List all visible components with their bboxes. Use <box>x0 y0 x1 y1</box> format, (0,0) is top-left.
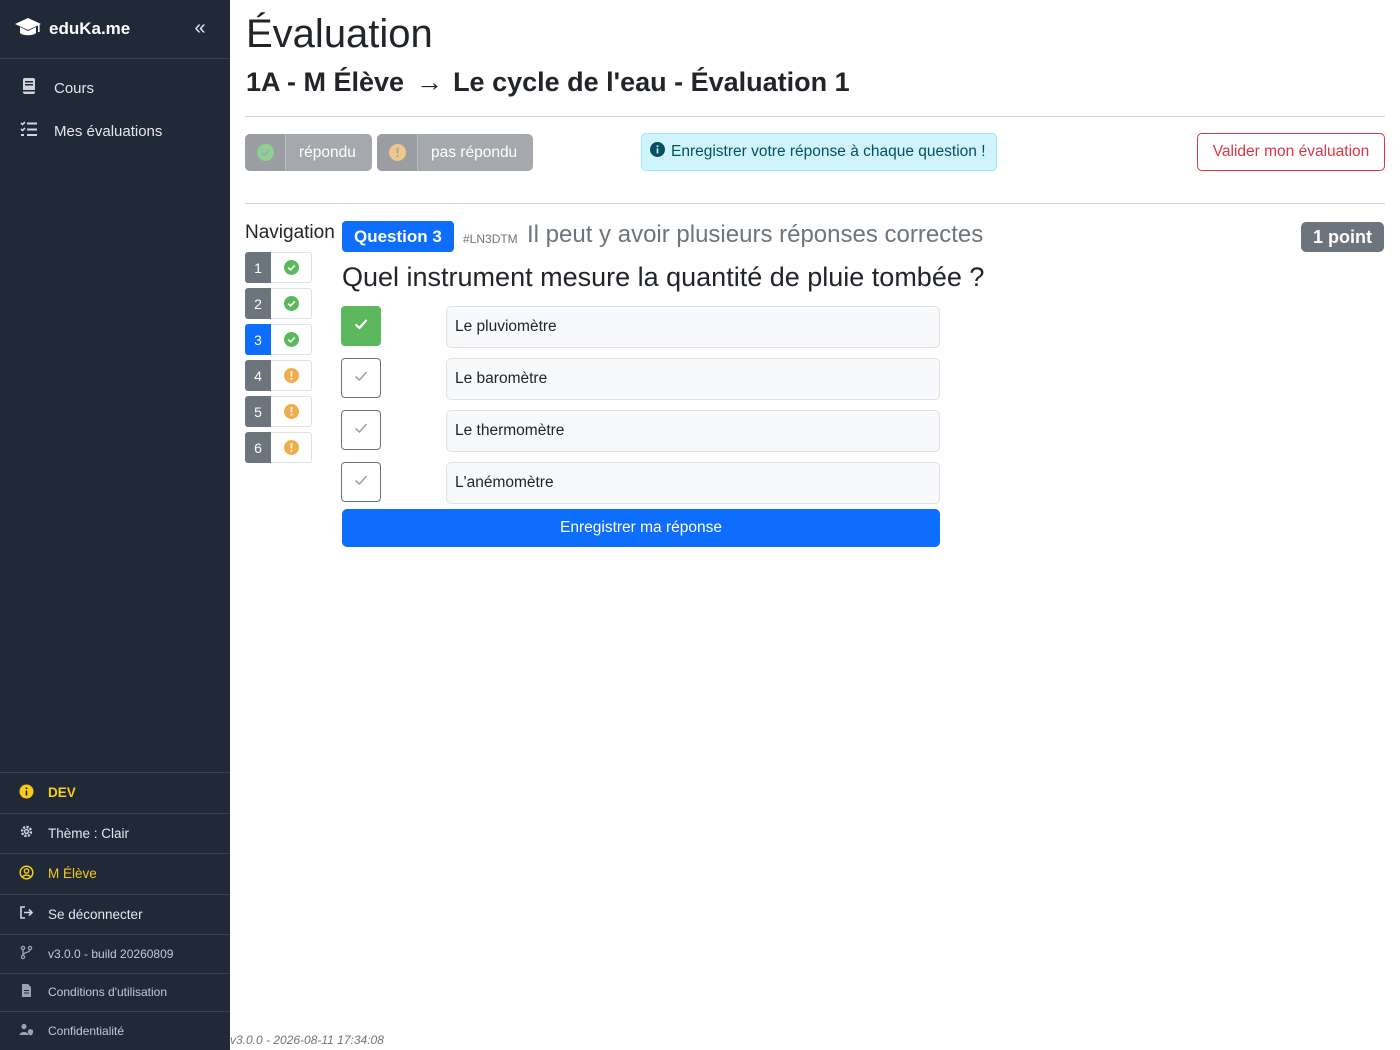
answer-option-3: Le thermomètre <box>446 410 940 452</box>
question-nav-item-1[interactable]: 1 <box>245 252 312 283</box>
answer-option-1: Le pluviomètre <box>446 306 940 348</box>
check-icon <box>353 472 369 493</box>
info-circle-icon <box>650 142 671 162</box>
info-text: Enregistrer votre réponse à chaque quest… <box>671 143 986 160</box>
evaluation-name: Le cycle de l'eau - Évaluation 1 <box>453 67 850 97</box>
check-icon <box>353 316 369 337</box>
terms-label: Conditions d'utilisation <box>48 985 168 1000</box>
validate-evaluation-button[interactable]: Valider mon évaluation <box>1197 133 1385 171</box>
graduation-cap-icon <box>14 16 42 43</box>
privacy-label: Confidentialité <box>48 1023 125 1038</box>
answer-option-2: Le baromètre <box>446 358 940 400</box>
legend-unanswered-label: pas répondu <box>431 143 518 161</box>
exclamation-circle-icon <box>271 432 312 463</box>
answer-checkbox-2[interactable] <box>341 358 381 398</box>
user-circle-icon <box>19 865 48 883</box>
document-icon <box>19 983 48 1001</box>
check-circle-icon <box>271 252 312 283</box>
check-circle-icon <box>271 324 312 355</box>
question-nav-item-2[interactable]: 2 <box>245 288 312 319</box>
question-number: 3 <box>245 324 271 355</box>
question-number: 1 <box>245 252 271 283</box>
exclamation-circle-icon <box>377 134 418 171</box>
class-student-label: 1A - M Élève <box>246 67 405 97</box>
env-label: DEV <box>48 785 76 801</box>
points-badge: 1 point <box>1301 222 1384 252</box>
sidebar-item-label: Cours <box>54 79 95 97</box>
page-title: Évaluation <box>246 12 433 56</box>
user-profile-link[interactable]: M Élève <box>0 853 230 894</box>
check-icon <box>353 368 369 389</box>
legend-answered-label: répondu <box>299 143 356 161</box>
check-circle-icon <box>245 134 286 171</box>
book-icon <box>20 77 54 99</box>
legend-unanswered-button[interactable]: pas répondu <box>377 134 533 171</box>
arrow-right-icon: → <box>416 67 444 97</box>
sidebar-bottom-menu: DEV Thème : Clair M Élève Se déconnecter… <box>0 772 230 1050</box>
answer-option-4: L'anémomètre <box>446 462 940 504</box>
main-content: Évaluation 1A - M Élève → Le cycle de l'ea… <box>230 0 1400 1050</box>
sidebar-item-label: Mes évaluations <box>54 122 163 140</box>
logout-icon <box>19 905 48 923</box>
list-check-icon <box>20 120 54 142</box>
question-number: 4 <box>245 360 271 391</box>
footer-version: v3.0.0 - 2026-08-11 17:34:08 <box>230 1033 384 1047</box>
legend-answered-button[interactable]: répondu <box>245 134 372 171</box>
privacy-link[interactable]: Confidentialité <box>0 1011 230 1050</box>
divider <box>245 203 1385 204</box>
collapse-sidebar-button[interactable]: « <box>189 17 211 41</box>
navigation-title: Navigation <box>245 222 335 243</box>
question-nav-item-5[interactable]: 5 <box>245 396 312 427</box>
question-number: 2 <box>245 288 271 319</box>
answer-checkbox-1[interactable] <box>341 306 381 346</box>
user-name: M Élève <box>48 866 97 882</box>
breadcrumb: 1A - M Élève → Le cycle de l'eau - Évaluat… <box>246 67 850 98</box>
theme-toggle[interactable]: Thème : Clair <box>0 812 230 854</box>
divider <box>245 116 1385 117</box>
question-number: 5 <box>245 396 271 427</box>
save-answer-button[interactable]: Enregistrer ma réponse <box>342 509 940 547</box>
question-code: #LN3DTM <box>463 232 518 246</box>
question-hint: Il peut y avoir plusieurs réponses corre… <box>527 221 984 248</box>
theme-label: Thème : Clair <box>48 825 130 841</box>
question-nav-item-3[interactable]: 3 <box>245 324 312 355</box>
version-link[interactable]: v3.0.0 - build 20260809 <box>0 934 230 973</box>
question-number: 6 <box>245 432 271 463</box>
gear-icon <box>19 824 48 842</box>
code-branch-icon <box>19 945 48 963</box>
question-badge: Question 3 <box>342 221 454 252</box>
check-circle-icon <box>271 288 312 319</box>
exclamation-circle-icon <box>271 396 312 427</box>
sidebar: eduKa.me « Cours Mes évaluations DEV Thè… <box>0 0 230 1050</box>
logout-link[interactable]: Se déconnecter <box>0 893 230 935</box>
brand-name: eduKa.me <box>49 19 131 38</box>
sidebar-item-cours[interactable]: Cours <box>0 68 230 108</box>
double-chevron-left-icon: « <box>194 17 206 39</box>
env-badge: DEV <box>0 772 230 813</box>
exclamation-circle-icon <box>271 360 312 391</box>
answer-checkbox-3[interactable] <box>341 410 381 450</box>
info-alert: Enregistrer votre réponse à chaque quest… <box>641 133 997 171</box>
question-nav-item-4[interactable]: 4 <box>245 360 312 391</box>
version-label: v3.0.0 - build 20260809 <box>48 946 174 961</box>
terms-link[interactable]: Conditions d'utilisation <box>0 972 230 1012</box>
answer-checkbox-4[interactable] <box>341 462 381 502</box>
question-nav-item-6[interactable]: 6 <box>245 432 312 463</box>
user-shield-icon <box>19 1022 48 1040</box>
sidebar-item-mes-evaluations[interactable]: Mes évaluations <box>0 111 230 151</box>
question-text: Quel instrument mesure la quantité de pl… <box>342 262 985 292</box>
check-icon <box>353 420 369 441</box>
info-circle-icon <box>19 784 48 802</box>
logout-label: Se déconnecter <box>48 906 143 922</box>
